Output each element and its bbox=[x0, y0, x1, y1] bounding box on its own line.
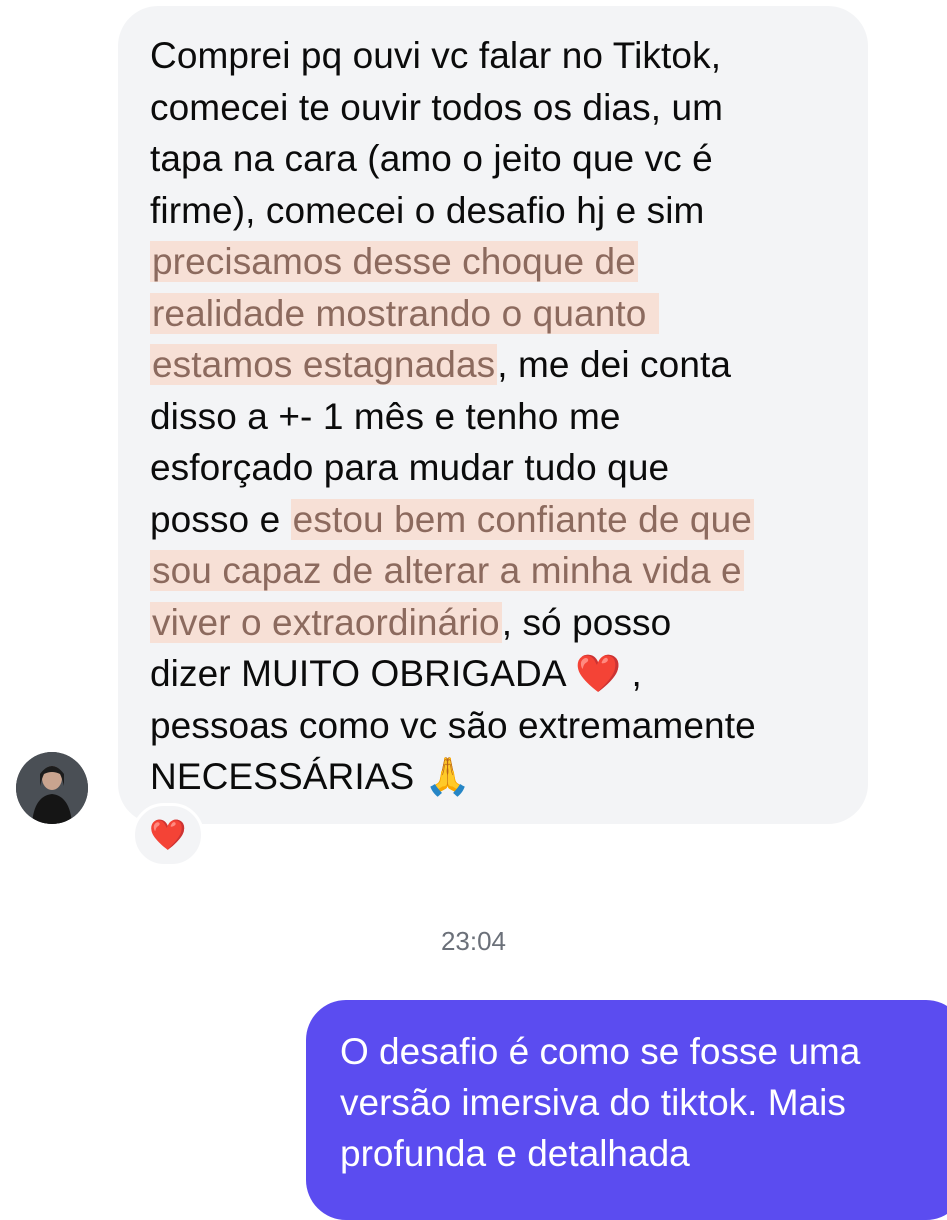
message-line: realidade mostrando o quanto bbox=[150, 288, 850, 340]
highlighted-text: sou capaz de alterar a minha vida e bbox=[150, 550, 744, 591]
message-line: tapa na cara (amo o jeito que vc é bbox=[150, 138, 713, 179]
highlighted-text: precisamos desse choque de bbox=[150, 241, 638, 282]
red-heart-emoji: ❤️ bbox=[574, 653, 622, 694]
message-line: dizer MUITO OBRIGADA ❤️ , bbox=[150, 653, 642, 694]
person-avatar-icon bbox=[16, 752, 88, 824]
message-line: precisamos desse choque de bbox=[150, 236, 850, 288]
message-line: versão imersiva do tiktok. Mais bbox=[340, 1082, 846, 1123]
highlighted-text: estamos estagnadas bbox=[150, 344, 498, 385]
sender-avatar[interactable] bbox=[16, 752, 88, 824]
highlighted-text: viver o extraordinário bbox=[150, 601, 502, 643]
message-line: NECESSÁRIAS 🙏 bbox=[150, 756, 471, 797]
incoming-message-text: Comprei pq ouvi vc falar no Tiktok, come… bbox=[150, 30, 850, 803]
message-line: O desafio é como se fosse uma bbox=[340, 1031, 861, 1072]
highlighted-text: estou bem confiante de que bbox=[290, 498, 754, 540]
highlighted-text: realidade mostrando o quanto bbox=[150, 292, 659, 334]
message-line: viver o extraordinário, só posso bbox=[150, 601, 672, 643]
message-line: posso e estou bem confiante de que bbox=[150, 498, 754, 540]
heart-reaction-icon: ❤️ bbox=[149, 818, 187, 852]
message-line: pessoas como vc são extremamente bbox=[150, 704, 756, 746]
outgoing-message-text: O desafio é como se fosse uma versão ime… bbox=[340, 1026, 940, 1179]
message-line: firme), comecei o desafio hj e sim bbox=[150, 189, 705, 231]
message-line: esforçado para mudar tudo que bbox=[150, 447, 670, 488]
reaction-badge[interactable]: ❤️ bbox=[132, 803, 204, 867]
message-line: comecei te ouvir todos os dias, um bbox=[150, 86, 724, 128]
message-line: sou capaz de alterar a minha vida e bbox=[150, 545, 850, 597]
message-line: profunda e detalhada bbox=[340, 1133, 690, 1174]
message-line: disso a +- 1 mês e tenho me bbox=[150, 395, 621, 437]
message-line: estamos estagnadas, me dei conta bbox=[150, 344, 732, 385]
message-timestamp: 23:04 bbox=[440, 926, 507, 956]
message-line: Comprei pq ouvi vc falar no Tiktok, bbox=[150, 35, 722, 76]
folded-hands-emoji: 🙏 bbox=[424, 756, 471, 797]
